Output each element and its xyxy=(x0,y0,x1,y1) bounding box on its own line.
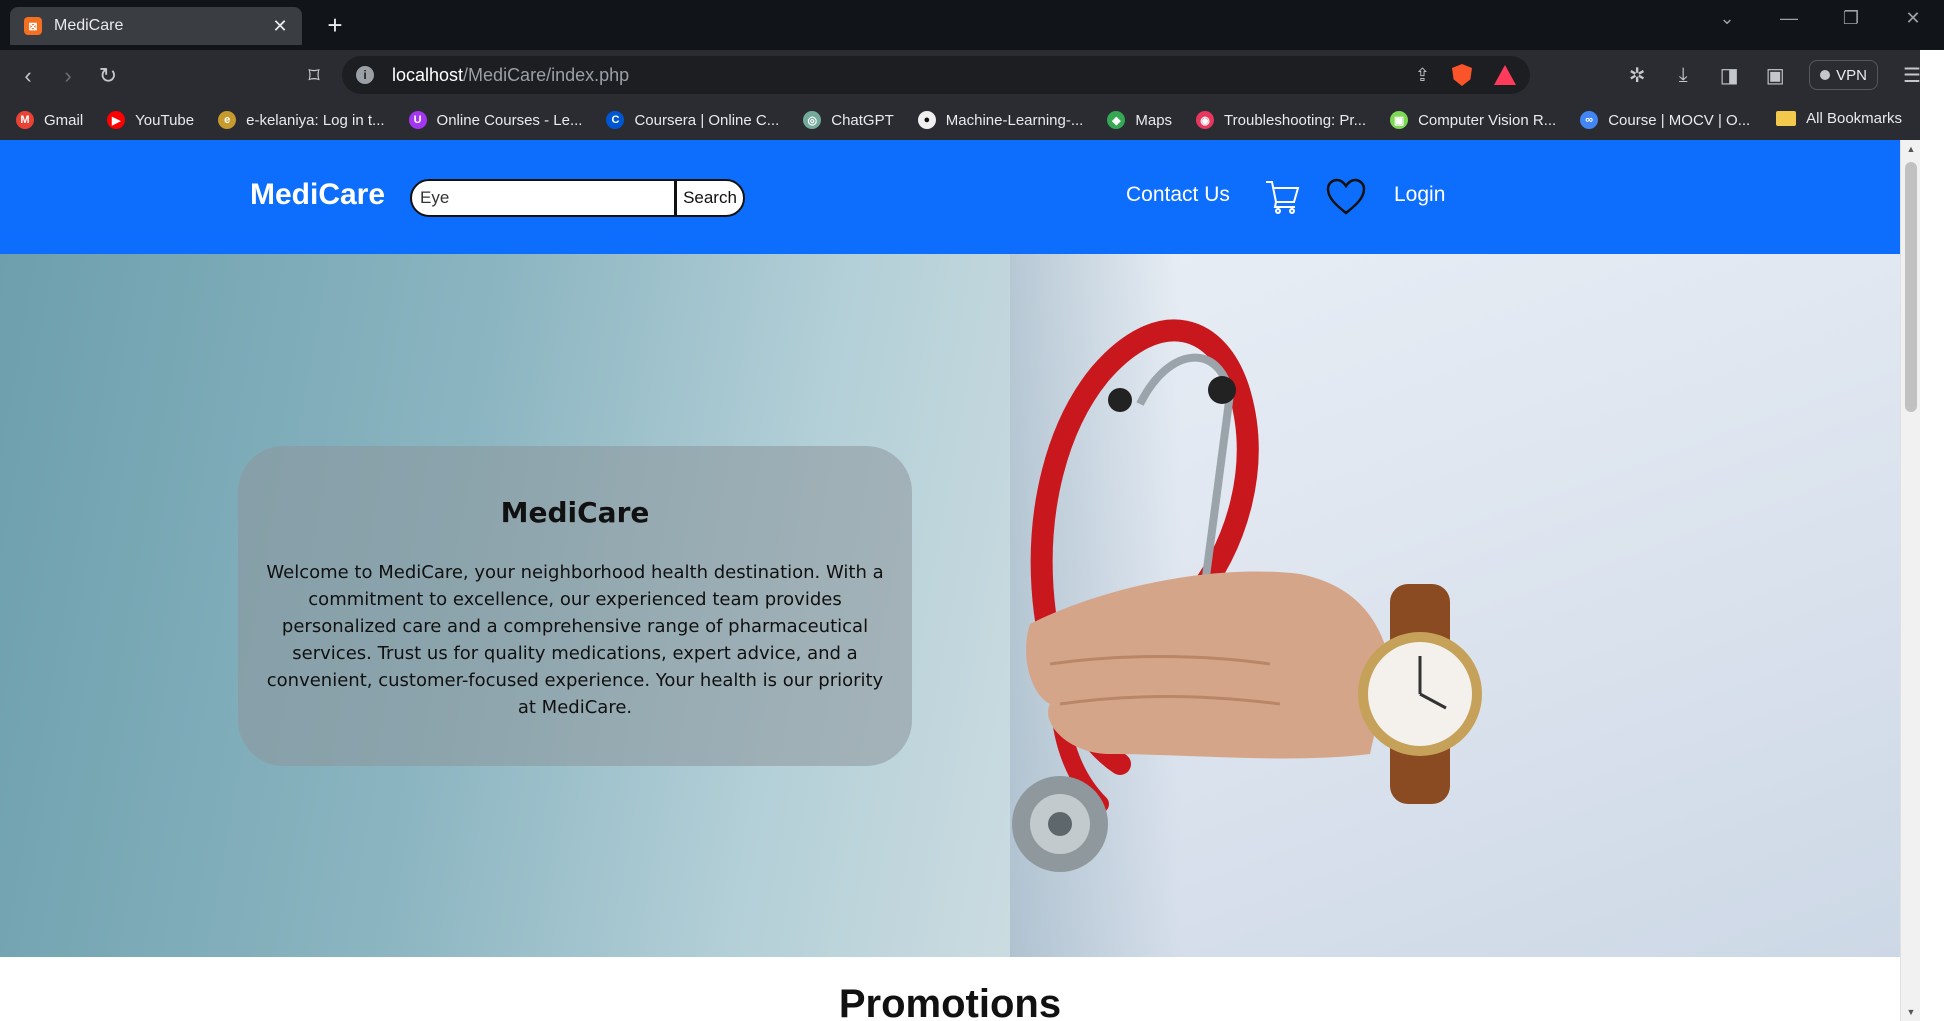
heart-icon[interactable] xyxy=(1326,178,1366,216)
site-header: MediCare Search Contact Us Login xyxy=(0,140,1900,254)
cart-icon[interactable] xyxy=(1264,178,1300,214)
url-host: localhost xyxy=(392,64,464,85)
browser-toolbar: ‹ › ↻ ⌑ i localhost/MediCare/index.php ⇪… xyxy=(0,50,1944,100)
bookmark-item[interactable]: ◉ Troubleshooting: Pr... xyxy=(1196,111,1366,129)
bookmark-item[interactable]: ◎ ChatGPT xyxy=(803,111,894,129)
bookmark-label: Computer Vision R... xyxy=(1418,111,1557,129)
bookmark-list: M Gmail ▶ YouTube e e-kelaniya: Log in t... U O… xyxy=(16,111,1774,129)
bookmark-page-icon[interactable]: ⌑ xyxy=(300,62,328,90)
github-icon: ● xyxy=(917,111,936,129)
new-tab-button[interactable]: + xyxy=(320,10,350,40)
browser-tab[interactable]: ⊠ MediCare ✕ xyxy=(10,7,302,45)
bookmark-item[interactable]: M Gmail xyxy=(16,111,83,129)
browser-tab-strip: ⊠ MediCare ✕ + ⌄ — ❐ ✕ xyxy=(0,0,1944,50)
bookmark-label: ChatGPT xyxy=(831,111,894,129)
close-tab-icon[interactable]: ✕ xyxy=(270,16,290,37)
bookmark-item[interactable]: U Online Courses - Le... xyxy=(408,111,583,129)
xampp-icon: ⊠ xyxy=(24,17,42,35)
reload-icon[interactable]: ↻ xyxy=(94,62,122,90)
minimize-icon[interactable]: — xyxy=(1778,8,1800,29)
bookmark-label: Coursera | Online C... xyxy=(634,111,780,129)
tab-search-icon[interactable]: ⌄ xyxy=(1716,8,1738,29)
scroll-up-icon[interactable]: ▲ xyxy=(1905,144,1917,154)
bookmark-item[interactable]: ● Machine-Learning-... xyxy=(917,111,1084,129)
bookmark-label: YouTube xyxy=(135,111,195,129)
contact-us-link[interactable]: Contact Us xyxy=(1126,183,1230,207)
page-viewport: MediCare Search Contact Us Login xyxy=(0,140,1900,1021)
search-input[interactable] xyxy=(410,179,676,217)
bookmark-label: Machine-Learning-... xyxy=(945,111,1084,129)
address-bar[interactable]: i localhost/MediCare/index.php ⇪ xyxy=(342,56,1530,94)
brave-rewards-icon[interactable] xyxy=(1494,65,1516,85)
login-link[interactable]: Login xyxy=(1394,183,1445,207)
all-bookmarks-button[interactable]: All Bookmarks xyxy=(1776,110,1902,127)
coursera-icon: C xyxy=(606,111,625,129)
forward-icon[interactable]: › xyxy=(54,62,82,90)
page-scrollbar[interactable]: ▲ ▼ xyxy=(1900,140,1920,1021)
bookmark-label: Course | MOCV | O... xyxy=(1608,111,1751,129)
youtube-icon: ▶ xyxy=(107,111,126,129)
bookmark-item[interactable]: C Coursera | Online C... xyxy=(606,111,779,129)
share-icon[interactable]: ⇪ xyxy=(1415,65,1430,86)
maps-icon: ◆ xyxy=(1107,111,1126,129)
bookmark-label: Maps xyxy=(1135,111,1173,129)
bookmark-item[interactable]: ▶ YouTube xyxy=(107,111,194,129)
all-bookmarks-label: All Bookmarks xyxy=(1806,110,1902,127)
udemy-icon: U xyxy=(408,111,427,129)
vpn-status-icon xyxy=(1820,70,1831,80)
vpn-button[interactable]: VPN xyxy=(1809,60,1878,90)
bookmark-label: Troubleshooting: Pr... xyxy=(1224,111,1367,129)
bookmarks-bar: M Gmail ▶ YouTube e e-kelaniya: Log in t... U O… xyxy=(0,100,1920,140)
sidebar-icon[interactable]: ◨ xyxy=(1717,63,1741,88)
wallet-icon[interactable]: ▣ xyxy=(1763,63,1787,88)
window-controls: ⌄ — ❐ ✕ xyxy=(1716,8,1924,29)
bookmark-label: e-kelaniya: Log in t... xyxy=(246,111,385,129)
back-icon[interactable]: ‹ xyxy=(14,62,42,90)
bookmark-label: Gmail xyxy=(44,111,84,129)
scroll-thumb[interactable] xyxy=(1905,162,1917,412)
gmail-icon: M xyxy=(16,111,34,129)
hero-card: MediCare Welcome to MediCare, your neigh… xyxy=(238,446,912,766)
promotions-heading: Promotions xyxy=(838,982,1062,1021)
bookmark-label: Online Courses - Le... xyxy=(436,111,583,129)
stethoscope-image xyxy=(1012,319,1482,872)
bookmark-item[interactable]: ▣ Computer Vision R... xyxy=(1390,111,1556,129)
download-icon[interactable]: ⤓ xyxy=(1671,64,1695,87)
toolbar-right: ✲ ⤓ ◨ ▣ VPN ☰ xyxy=(1625,60,1924,90)
close-window-icon[interactable]: ✕ xyxy=(1902,8,1924,29)
mocv-icon: ∞ xyxy=(1580,111,1599,129)
url-path: /MediCare/index.php xyxy=(463,64,630,85)
bookmark-item[interactable]: ◆ Maps xyxy=(1107,111,1172,129)
folder-icon xyxy=(1776,111,1797,126)
chatgpt-icon: ◎ xyxy=(803,111,822,129)
scroll-down-icon[interactable]: ▼ xyxy=(1905,1007,1917,1017)
vpn-label: VPN xyxy=(1836,66,1867,84)
bookmark-item[interactable]: e e-kelaniya: Log in t... xyxy=(218,111,385,129)
tab-title: MediCare xyxy=(54,17,124,34)
hero-title: MediCare xyxy=(500,496,650,529)
bookmark-item[interactable]: ∞ Course | MOCV | O... xyxy=(1580,111,1750,129)
extensions-icon[interactable]: ✲ xyxy=(1625,63,1649,88)
troubleshooting-icon: ◉ xyxy=(1196,111,1215,129)
url-text[interactable]: localhost/MediCare/index.php xyxy=(392,65,1393,86)
e-kelaniya-icon: e xyxy=(218,111,237,129)
brave-shields-icon[interactable] xyxy=(1452,64,1472,86)
site-info-icon[interactable]: i xyxy=(356,66,374,84)
hero-banner: MediCare Welcome to MediCare, your neigh… xyxy=(0,254,1900,957)
computer-vision-icon: ▣ xyxy=(1390,111,1409,129)
hero-description: Welcome to MediCare, your neighborhood h… xyxy=(266,562,884,718)
browser-edge xyxy=(1920,50,1944,1021)
search-button[interactable]: Search xyxy=(675,179,745,217)
brand-logo[interactable]: MediCare xyxy=(250,178,385,212)
restore-icon[interactable]: ❐ xyxy=(1840,8,1862,29)
